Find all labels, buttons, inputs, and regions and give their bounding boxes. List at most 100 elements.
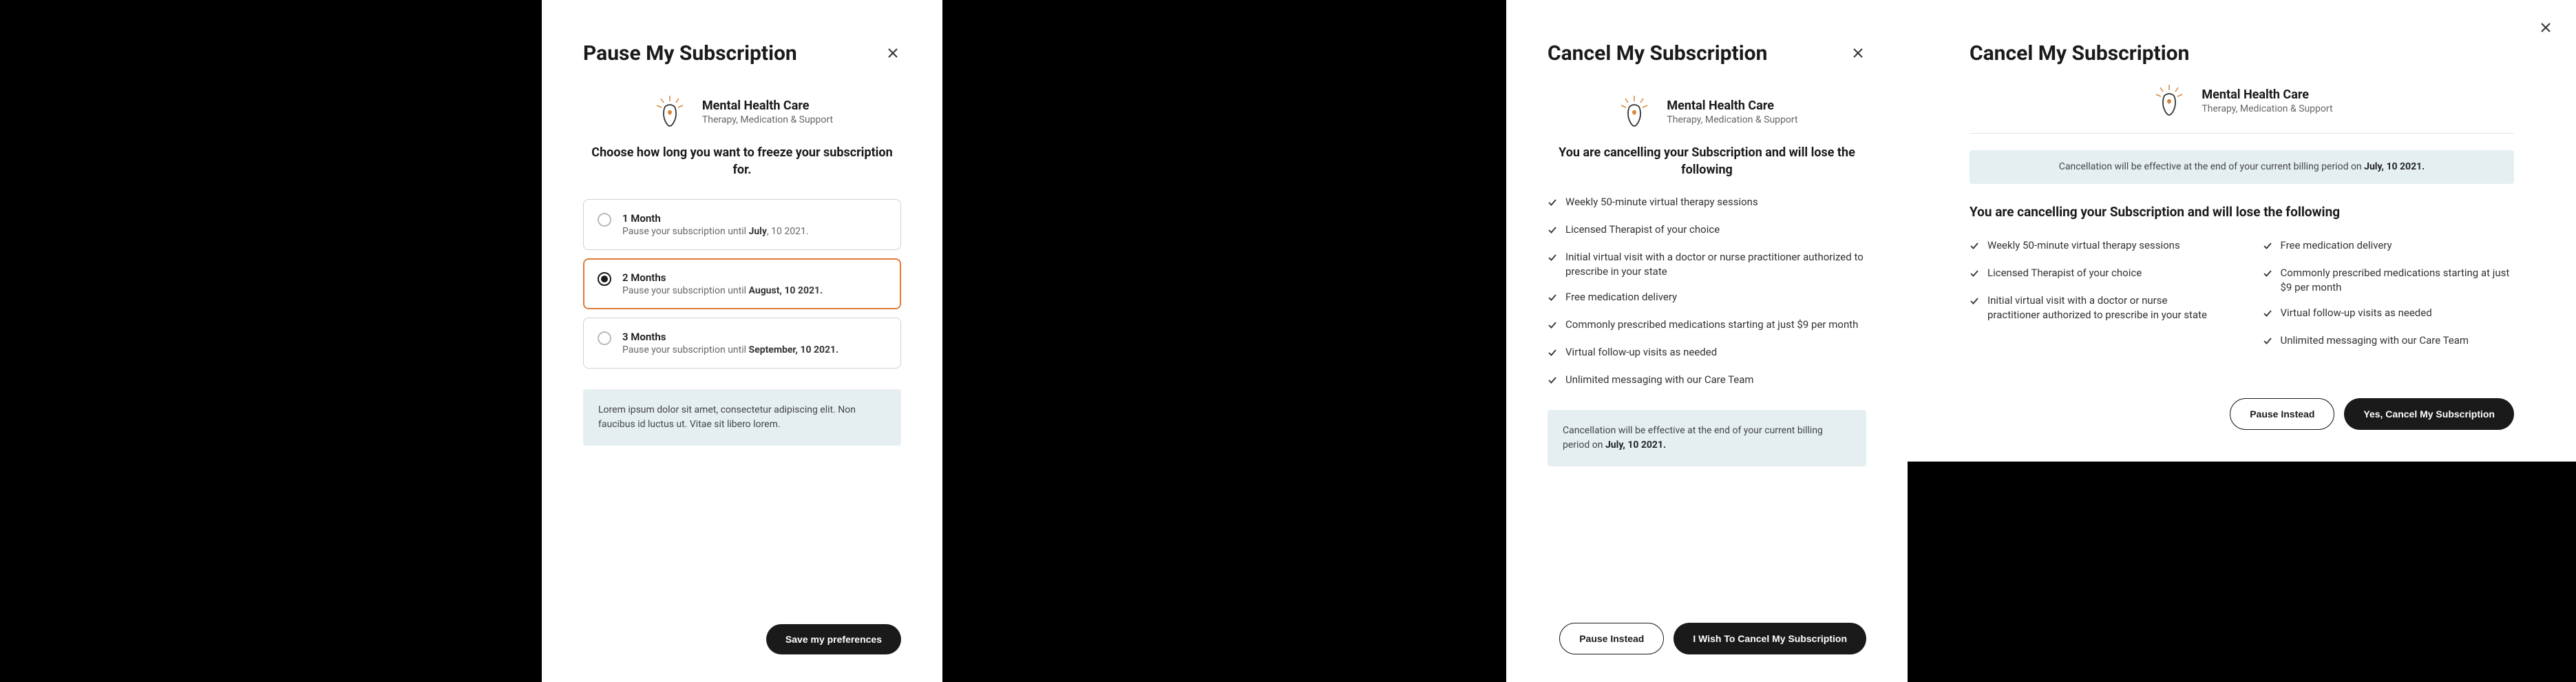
feature-columns: Weekly 50-minute virtual therapy session… bbox=[1970, 238, 2514, 350]
option-desc: Pause your subscription until September,… bbox=[622, 344, 838, 355]
panel-title: Cancel My Subscription bbox=[1548, 41, 1767, 65]
button-row: Pause Instead I Wish To Cancel My Subscr… bbox=[1548, 602, 1866, 654]
check-icon bbox=[1970, 268, 1979, 282]
mental-health-icon bbox=[651, 93, 688, 130]
pause-duration-options: 1 Month Pause your subscription until Ju… bbox=[583, 199, 901, 369]
option-label: 1 Month bbox=[622, 212, 809, 225]
feature-text: Licensed Therapist of your choice bbox=[1987, 266, 2142, 280]
check-icon bbox=[2263, 240, 2272, 255]
radio-icon bbox=[598, 272, 611, 286]
button-row: Pause Instead Yes, Cancel My Subscriptio… bbox=[1970, 378, 2514, 430]
feature-text: Initial virtual visit with a doctor or n… bbox=[1565, 250, 1866, 279]
feature-text: Commonly prescribed medications starting… bbox=[1565, 318, 1858, 332]
check-icon bbox=[1548, 292, 1557, 307]
service-title: Mental Health Care bbox=[2202, 87, 2332, 102]
option-text: 3 Months Pause your subscription until S… bbox=[622, 331, 838, 355]
panel-title: Pause My Subscription bbox=[583, 41, 797, 65]
pause-option-3months[interactable]: 3 Months Pause your subscription until S… bbox=[583, 318, 901, 369]
check-icon bbox=[1548, 320, 1557, 334]
service-text: Mental Health Care Therapy, Medication &… bbox=[702, 99, 833, 125]
pause-instead-button[interactable]: Pause Instead bbox=[2230, 398, 2334, 430]
feature-item: Virtual follow-up visits as needed bbox=[1548, 345, 1866, 362]
check-icon bbox=[1548, 347, 1557, 362]
cancel-subscription-panel-narrow: Cancel My Subscription Mental Heal bbox=[1506, 0, 1908, 682]
feature-item: Virtual follow-up visits as needed bbox=[2263, 306, 2515, 322]
cancellation-notice: Cancellation will be effective at the en… bbox=[1970, 150, 2514, 184]
feature-list: Weekly 50-minute virtual therapy session… bbox=[1548, 195, 1866, 389]
check-icon bbox=[1548, 225, 1557, 239]
feature-column-right: Free medication delivery Commonly prescri… bbox=[2263, 238, 2515, 350]
button-row: Save my preferences bbox=[583, 603, 901, 654]
save-preferences-button[interactable]: Save my preferences bbox=[766, 624, 901, 654]
pause-option-2months[interactable]: 2 Months Pause your subscription until A… bbox=[583, 258, 901, 309]
pause-option-1month[interactable]: 1 Month Pause your subscription until Ju… bbox=[583, 199, 901, 250]
service-subtitle: Therapy, Medication & Support bbox=[702, 114, 833, 125]
feature-text: Weekly 50-minute virtual therapy session… bbox=[1565, 195, 1758, 209]
check-icon bbox=[2263, 335, 2272, 350]
check-icon bbox=[1970, 296, 1979, 310]
info-notice: Lorem ipsum dolor sit amet, consectetur … bbox=[583, 389, 901, 446]
feature-item: Initial virtual visit with a doctor or n… bbox=[1548, 250, 1866, 279]
option-desc: Pause your subscription until July, 10 2… bbox=[622, 226, 809, 237]
service-info: Mental Health Care Therapy, Medication &… bbox=[1548, 93, 1866, 130]
cancel-subscription-panel-wide: Cancel My Subscription Mental Health Car… bbox=[1908, 0, 2576, 462]
feature-column-left: Weekly 50-minute virtual therapy session… bbox=[1970, 238, 2221, 350]
panel-header: Pause My Subscription bbox=[583, 41, 901, 65]
option-label: 3 Months bbox=[622, 331, 838, 343]
feature-text: Free medication delivery bbox=[1565, 290, 1677, 304]
feature-item: Free medication delivery bbox=[2263, 238, 2515, 255]
option-text: 2 Months Pause your subscription until A… bbox=[622, 271, 823, 296]
check-icon bbox=[2263, 268, 2272, 282]
close-icon bbox=[887, 45, 898, 62]
feature-text: Licensed Therapist of your choice bbox=[1565, 223, 1720, 237]
feature-text: Commonly prescribed medications starting… bbox=[2281, 266, 2515, 295]
pause-instead-button[interactable]: Pause Instead bbox=[1559, 623, 1664, 654]
cancellation-notice: Cancellation will be effective at the en… bbox=[1548, 410, 1866, 466]
radio-icon bbox=[598, 331, 611, 345]
option-desc: Pause your subscription until August, 10… bbox=[622, 285, 823, 296]
radio-icon bbox=[598, 213, 611, 227]
service-info: Mental Health Care Therapy, Medication &… bbox=[1970, 82, 2514, 134]
feature-text: Unlimited messaging with our Care Team bbox=[1565, 373, 1754, 387]
option-label: 2 Months bbox=[622, 271, 823, 284]
feature-item: Weekly 50-minute virtual therapy session… bbox=[1970, 238, 2221, 255]
close-icon bbox=[2540, 19, 2551, 37]
feature-text: Weekly 50-minute virtual therapy session… bbox=[1987, 238, 2180, 253]
check-icon bbox=[1548, 197, 1557, 211]
pause-subscription-panel: Pause My Subscription Mental Healt bbox=[542, 0, 942, 682]
cancel-heading: You are cancelling your Subscription and… bbox=[1548, 144, 1866, 178]
cancel-heading: You are cancelling your Subscription and… bbox=[1970, 203, 2514, 222]
check-icon bbox=[2263, 308, 2272, 322]
close-button[interactable] bbox=[2540, 19, 2551, 37]
service-text: Mental Health Care Therapy, Medication &… bbox=[2202, 87, 2332, 114]
feature-item: Unlimited messaging with our Care Team bbox=[2263, 333, 2515, 350]
feature-item: Licensed Therapist of your choice bbox=[1970, 266, 2221, 282]
mental-health-icon bbox=[1616, 93, 1653, 130]
check-icon bbox=[1548, 375, 1557, 389]
close-button[interactable] bbox=[885, 42, 901, 65]
pause-subtitle: Choose how long you want to freeze your … bbox=[583, 144, 901, 178]
feature-item: Commonly prescribed medications starting… bbox=[1548, 318, 1866, 334]
feature-text: Unlimited messaging with our Care Team bbox=[2281, 333, 2469, 348]
feature-item: Licensed Therapist of your choice bbox=[1548, 223, 1866, 239]
service-subtitle: Therapy, Medication & Support bbox=[2202, 103, 2332, 114]
feature-text: Free medication delivery bbox=[2281, 238, 2392, 253]
check-icon bbox=[1548, 252, 1557, 267]
service-info: Mental Health Care Therapy, Medication &… bbox=[583, 93, 901, 130]
panel-header: Cancel My Subscription bbox=[1548, 41, 1866, 65]
panel-title: Cancel My Subscription bbox=[1970, 41, 2514, 65]
feature-item: Free medication delivery bbox=[1548, 290, 1866, 307]
confirm-cancel-button[interactable]: I Wish To Cancel My Subscription bbox=[1674, 623, 1866, 654]
feature-text: Virtual follow-up visits as needed bbox=[2281, 306, 2432, 320]
service-title: Mental Health Care bbox=[1667, 99, 1797, 113]
close-button[interactable] bbox=[1850, 42, 1866, 65]
service-text: Mental Health Care Therapy, Medication &… bbox=[1667, 99, 1797, 125]
confirm-cancel-button[interactable]: Yes, Cancel My Subscription bbox=[2344, 398, 2514, 430]
feature-item: Initial virtual visit with a doctor or n… bbox=[1970, 293, 2221, 322]
feature-item: Commonly prescribed medications starting… bbox=[2263, 266, 2515, 295]
feature-list: Weekly 50-minute virtual therapy session… bbox=[1970, 238, 2221, 322]
feature-list: Free medication delivery Commonly prescri… bbox=[2263, 238, 2515, 350]
service-title: Mental Health Care bbox=[702, 99, 833, 113]
feature-item: Unlimited messaging with our Care Team bbox=[1548, 373, 1866, 389]
close-icon bbox=[1852, 45, 1864, 62]
